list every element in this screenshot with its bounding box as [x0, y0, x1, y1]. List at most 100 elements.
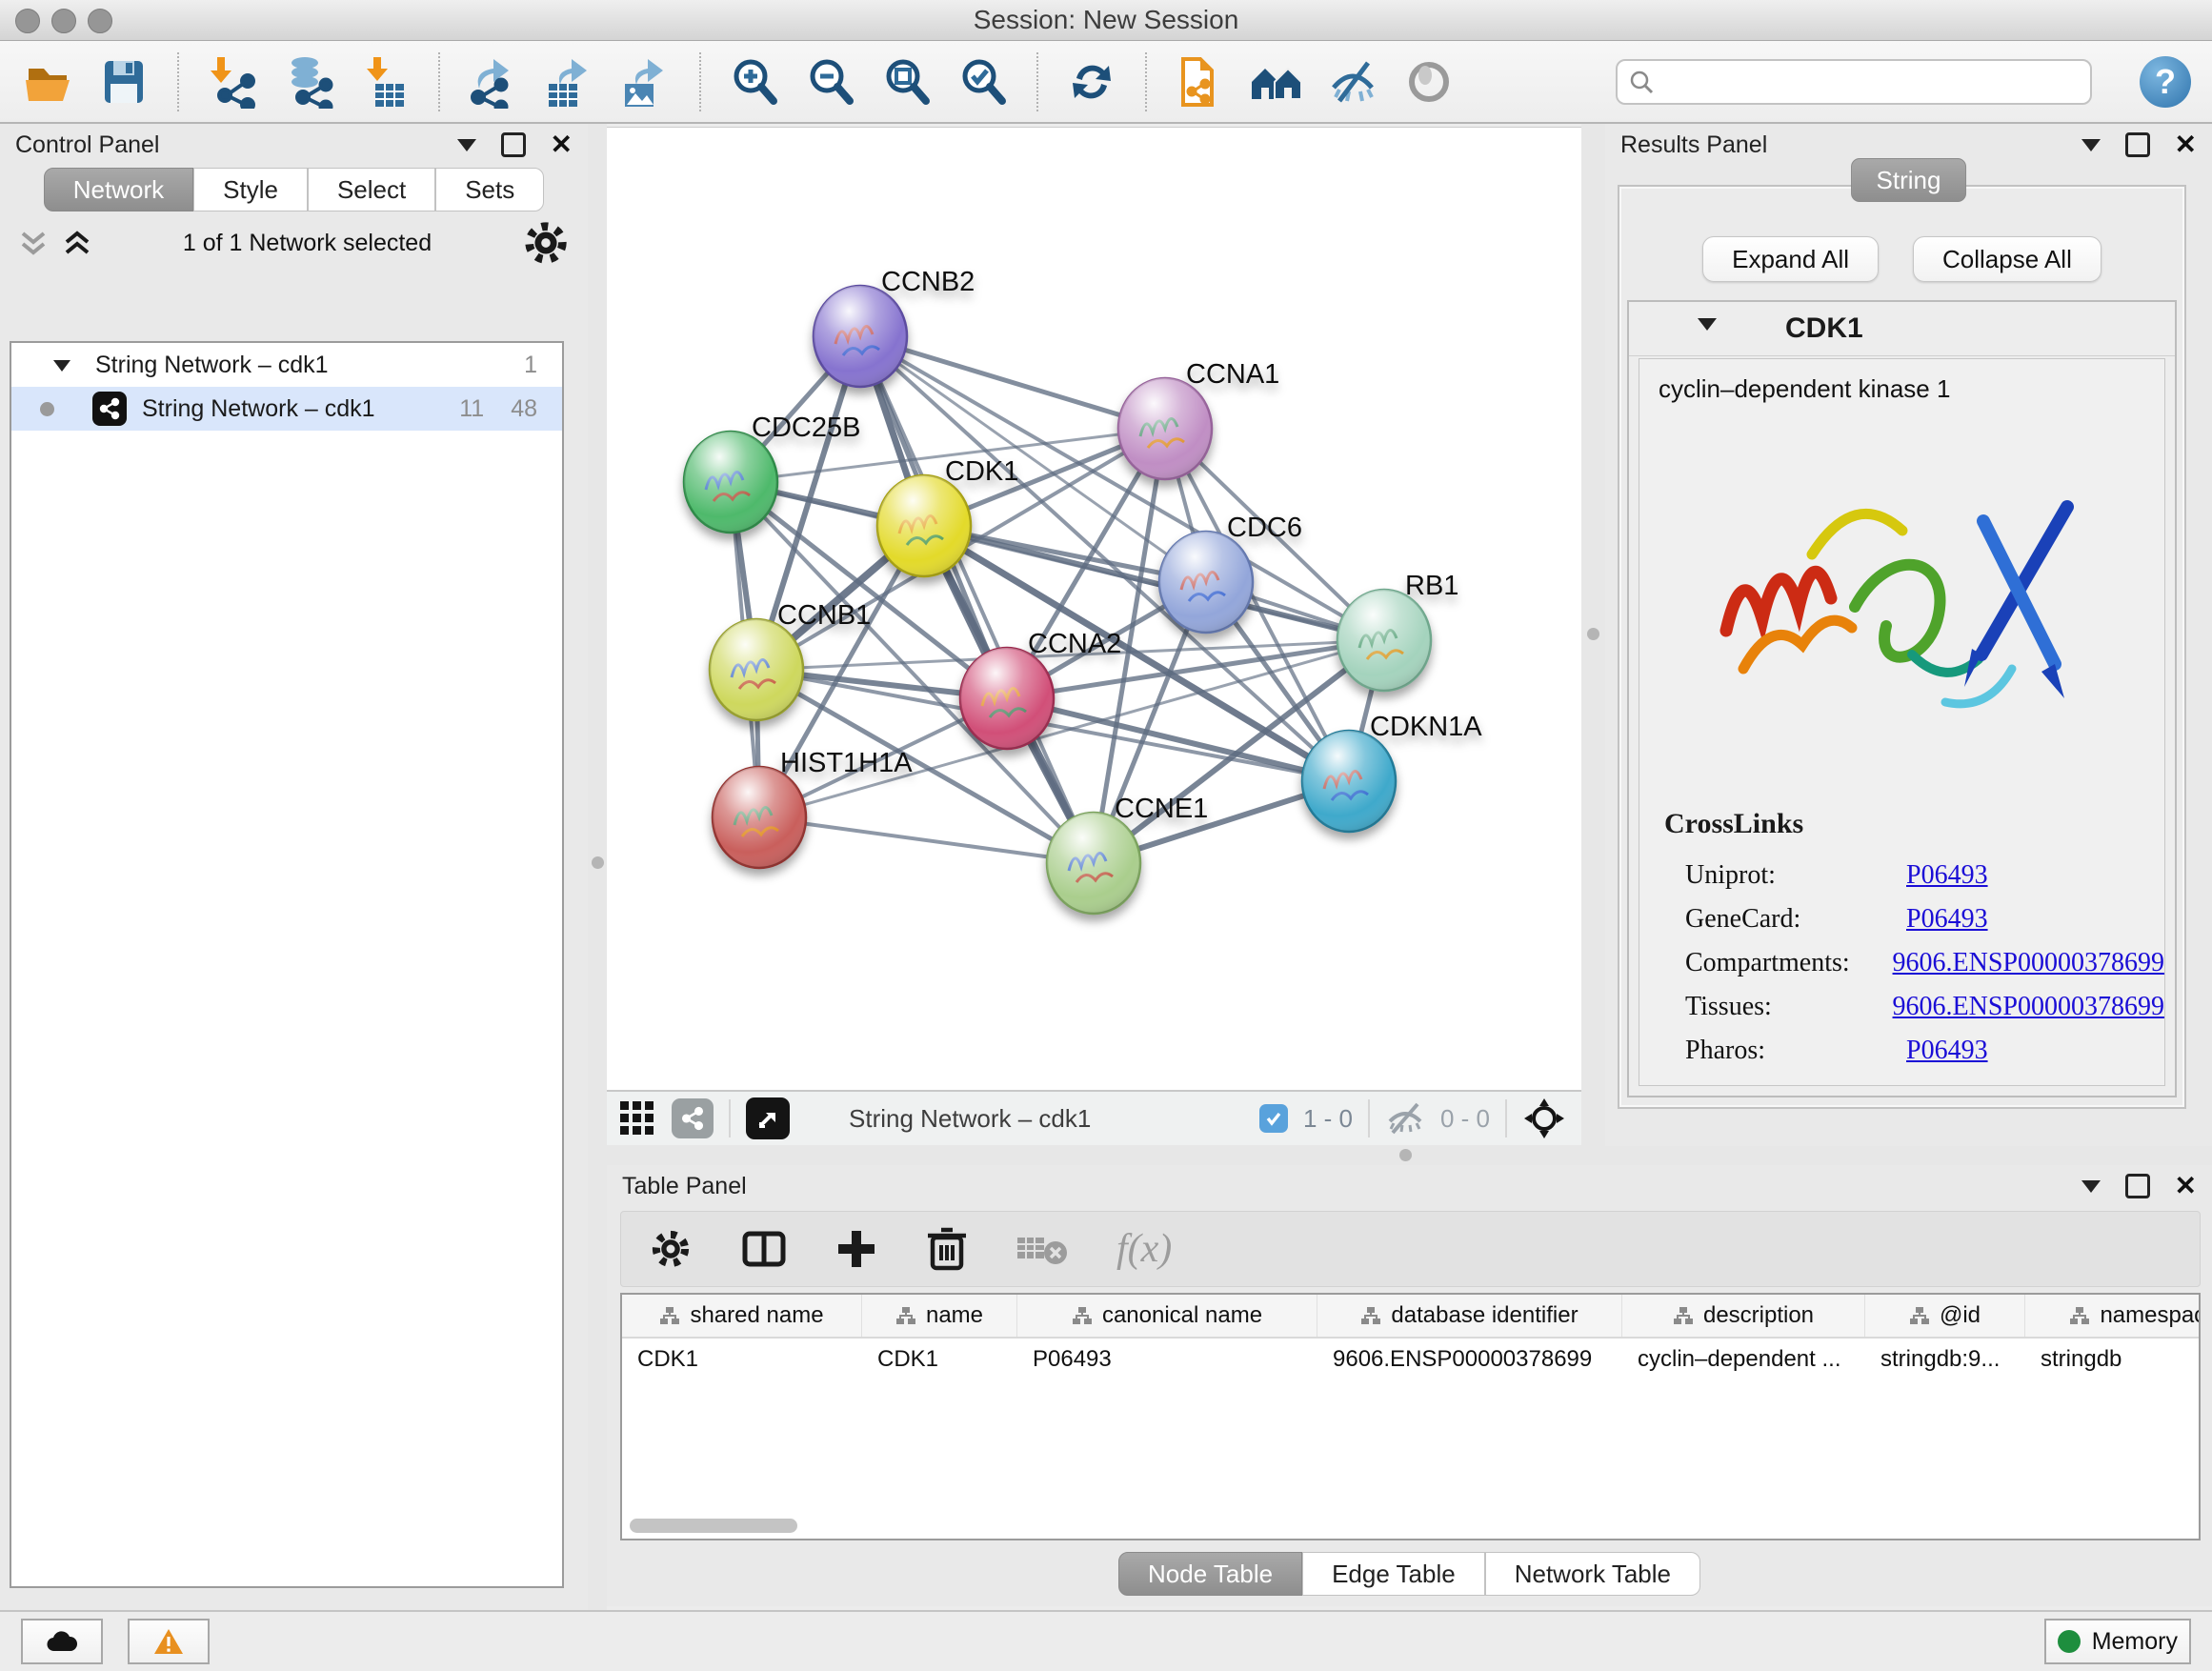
- column-label: canonical name: [1102, 1302, 1262, 1329]
- tree-expand-icon[interactable]: [53, 360, 70, 380]
- sphere-icon[interactable]: [1402, 55, 1456, 109]
- crosslink-link[interactable]: 9606.ENSP00000378699: [1893, 948, 2164, 978]
- tab-sets[interactable]: Sets: [435, 168, 544, 211]
- grid-view-icon[interactable]: [618, 1099, 656, 1137]
- import-network-file-icon[interactable]: [206, 55, 259, 109]
- edge-HIST1H1A-CCNE1[interactable]: [759, 817, 1094, 863]
- maximize-panel-icon[interactable]: [2125, 1174, 2150, 1198]
- table-cell[interactable]: stringdb: [2025, 1339, 2201, 1380]
- crosslink-link[interactable]: P06493: [1906, 1036, 1988, 1066]
- network-collection-row[interactable]: String Network – cdk1 1: [11, 343, 562, 387]
- gear-icon[interactable]: [521, 218, 571, 268]
- edge-CCNB2-CCNE1[interactable]: [860, 336, 1094, 863]
- tab-node-table[interactable]: Node Table: [1118, 1552, 1302, 1596]
- string-homes-icon[interactable]: [1250, 55, 1303, 109]
- float-panel-icon[interactable]: [457, 139, 476, 161]
- column-header-namespace[interactable]: namespace: [2025, 1295, 2201, 1337]
- export-network-icon[interactable]: [467, 55, 520, 109]
- table-settings-gear-icon[interactable]: [648, 1226, 694, 1272]
- show-columns-icon[interactable]: [741, 1226, 787, 1272]
- node-table[interactable]: shared namename canonical name database id…: [620, 1293, 2201, 1540]
- collapse-all-button[interactable]: Collapse All: [1913, 236, 2101, 282]
- cloud-status-button[interactable]: [21, 1619, 103, 1664]
- collapse-entry-icon[interactable]: [1698, 318, 1717, 340]
- table-cell[interactable]: stringdb:9...: [1865, 1339, 2025, 1380]
- crosslink-row: Uniprot:P06493: [1664, 854, 2164, 897]
- splitter-handle[interactable]: [592, 856, 604, 869]
- delete-column-icon[interactable]: [926, 1226, 968, 1272]
- detach-view-button[interactable]: [746, 1097, 790, 1139]
- node-CDK1[interactable]: CDK1: [877, 456, 1018, 576]
- results-panel-title: Results Panel: [1620, 131, 1767, 159]
- add-column-icon[interactable]: [835, 1227, 878, 1271]
- expand-all-icon[interactable]: [61, 227, 93, 259]
- refresh-icon[interactable]: [1065, 55, 1118, 109]
- splitter-handle[interactable]: [1587, 628, 1599, 640]
- column-header-name[interactable]: name: [862, 1295, 1017, 1337]
- crosslink-link[interactable]: 9606.ENSP00000378699: [1893, 992, 2164, 1022]
- column-header-shared-name[interactable]: shared name: [622, 1295, 862, 1337]
- expand-all-button[interactable]: Expand All: [1702, 236, 1879, 282]
- new-network-from-file-icon[interactable]: [1174, 55, 1227, 109]
- column-header-database-identifier[interactable]: database identifier: [1317, 1295, 1622, 1337]
- show-hide-icon[interactable]: [1326, 55, 1379, 109]
- warnings-button[interactable]: [128, 1619, 210, 1664]
- close-panel-icon[interactable]: ✕: [2175, 1177, 2197, 1196]
- memory-button[interactable]: Memory: [2044, 1619, 2191, 1664]
- table-cell[interactable]: CDK1: [622, 1339, 862, 1380]
- column-header--id[interactable]: @id: [1865, 1295, 2025, 1337]
- column-header-description[interactable]: description: [1622, 1295, 1865, 1337]
- node-HIST1H1A[interactable]: HIST1H1A: [713, 748, 913, 868]
- node-CCNB2[interactable]: CCNB2: [814, 267, 975, 387]
- save-session-icon[interactable]: [97, 55, 151, 109]
- open-session-icon[interactable]: [21, 55, 74, 109]
- import-table-icon[interactable]: [358, 55, 412, 109]
- table-cell[interactable]: CDK1: [862, 1339, 1017, 1380]
- bottom-splitter[interactable]: [607, 1145, 2212, 1165]
- collapse-all-icon[interactable]: [17, 227, 50, 259]
- table-cell[interactable]: P06493: [1017, 1339, 1317, 1380]
- birdseye-icon[interactable]: [1522, 1097, 1566, 1140]
- import-network-database-icon[interactable]: [282, 55, 335, 109]
- right-splitter[interactable]: [1581, 124, 1605, 1146]
- float-panel-icon[interactable]: [2081, 139, 2101, 161]
- hidden-eye-icon[interactable]: [1385, 1102, 1425, 1135]
- zoom-in-icon[interactable]: [728, 55, 781, 109]
- node-RB1[interactable]: RB1: [1337, 571, 1458, 691]
- tab-network-table[interactable]: Network Table: [1485, 1552, 1700, 1596]
- crosslink-link[interactable]: P06493: [1906, 860, 1988, 891]
- maximize-panel-icon[interactable]: [501, 132, 526, 157]
- tab-select[interactable]: Select: [308, 168, 435, 211]
- export-table-icon[interactable]: [543, 55, 596, 109]
- close-panel-icon[interactable]: ✕: [551, 135, 573, 154]
- horizontal-scrollbar[interactable]: [630, 1519, 797, 1533]
- network-canvas[interactable]: CCNB2CCNA1CDC25BCDK1CDC6RB1CCNB1CCNA2CDK…: [607, 127, 1581, 1091]
- splitter-handle[interactable]: [1399, 1149, 1412, 1161]
- selected-indicator-checkbox[interactable]: [1259, 1104, 1288, 1133]
- delete-table-icon[interactable]: [1016, 1230, 1069, 1268]
- tab-string[interactable]: String: [1851, 158, 1967, 202]
- node-CDKN1A[interactable]: CDKN1A: [1302, 712, 1482, 832]
- node-CCNA1[interactable]: CCNA1: [1118, 359, 1279, 479]
- tab-edge-table[interactable]: Edge Table: [1302, 1552, 1485, 1596]
- table-cell[interactable]: 9606.ENSP00000378699: [1317, 1339, 1622, 1380]
- crosslink-label: Pharos:: [1664, 1036, 1906, 1066]
- network-row-selected[interactable]: String Network – cdk1 11 48: [11, 387, 562, 431]
- crosslink-link[interactable]: P06493: [1906, 904, 1988, 935]
- column-header-canonical-name[interactable]: canonical name: [1017, 1295, 1317, 1337]
- network-share-view-button[interactable]: [672, 1098, 714, 1138]
- zoom-selected-icon[interactable]: [956, 55, 1010, 109]
- tab-network[interactable]: Network: [44, 168, 193, 211]
- zoom-out-icon[interactable]: [804, 55, 857, 109]
- search-input[interactable]: [1661, 66, 2079, 97]
- close-panel-icon[interactable]: ✕: [2175, 135, 2197, 154]
- export-image-icon[interactable]: [619, 55, 673, 109]
- zoom-fit-icon[interactable]: [880, 55, 934, 109]
- float-panel-icon[interactable]: [2081, 1180, 2101, 1202]
- help-button[interactable]: ?: [2140, 56, 2191, 108]
- left-splitter[interactable]: [588, 124, 607, 1610]
- table-cell[interactable]: cyclin–dependent ...: [1622, 1339, 1865, 1380]
- tab-style[interactable]: Style: [193, 168, 308, 211]
- function-builder-icon[interactable]: f(x): [1116, 1226, 1172, 1272]
- maximize-panel-icon[interactable]: [2125, 132, 2150, 157]
